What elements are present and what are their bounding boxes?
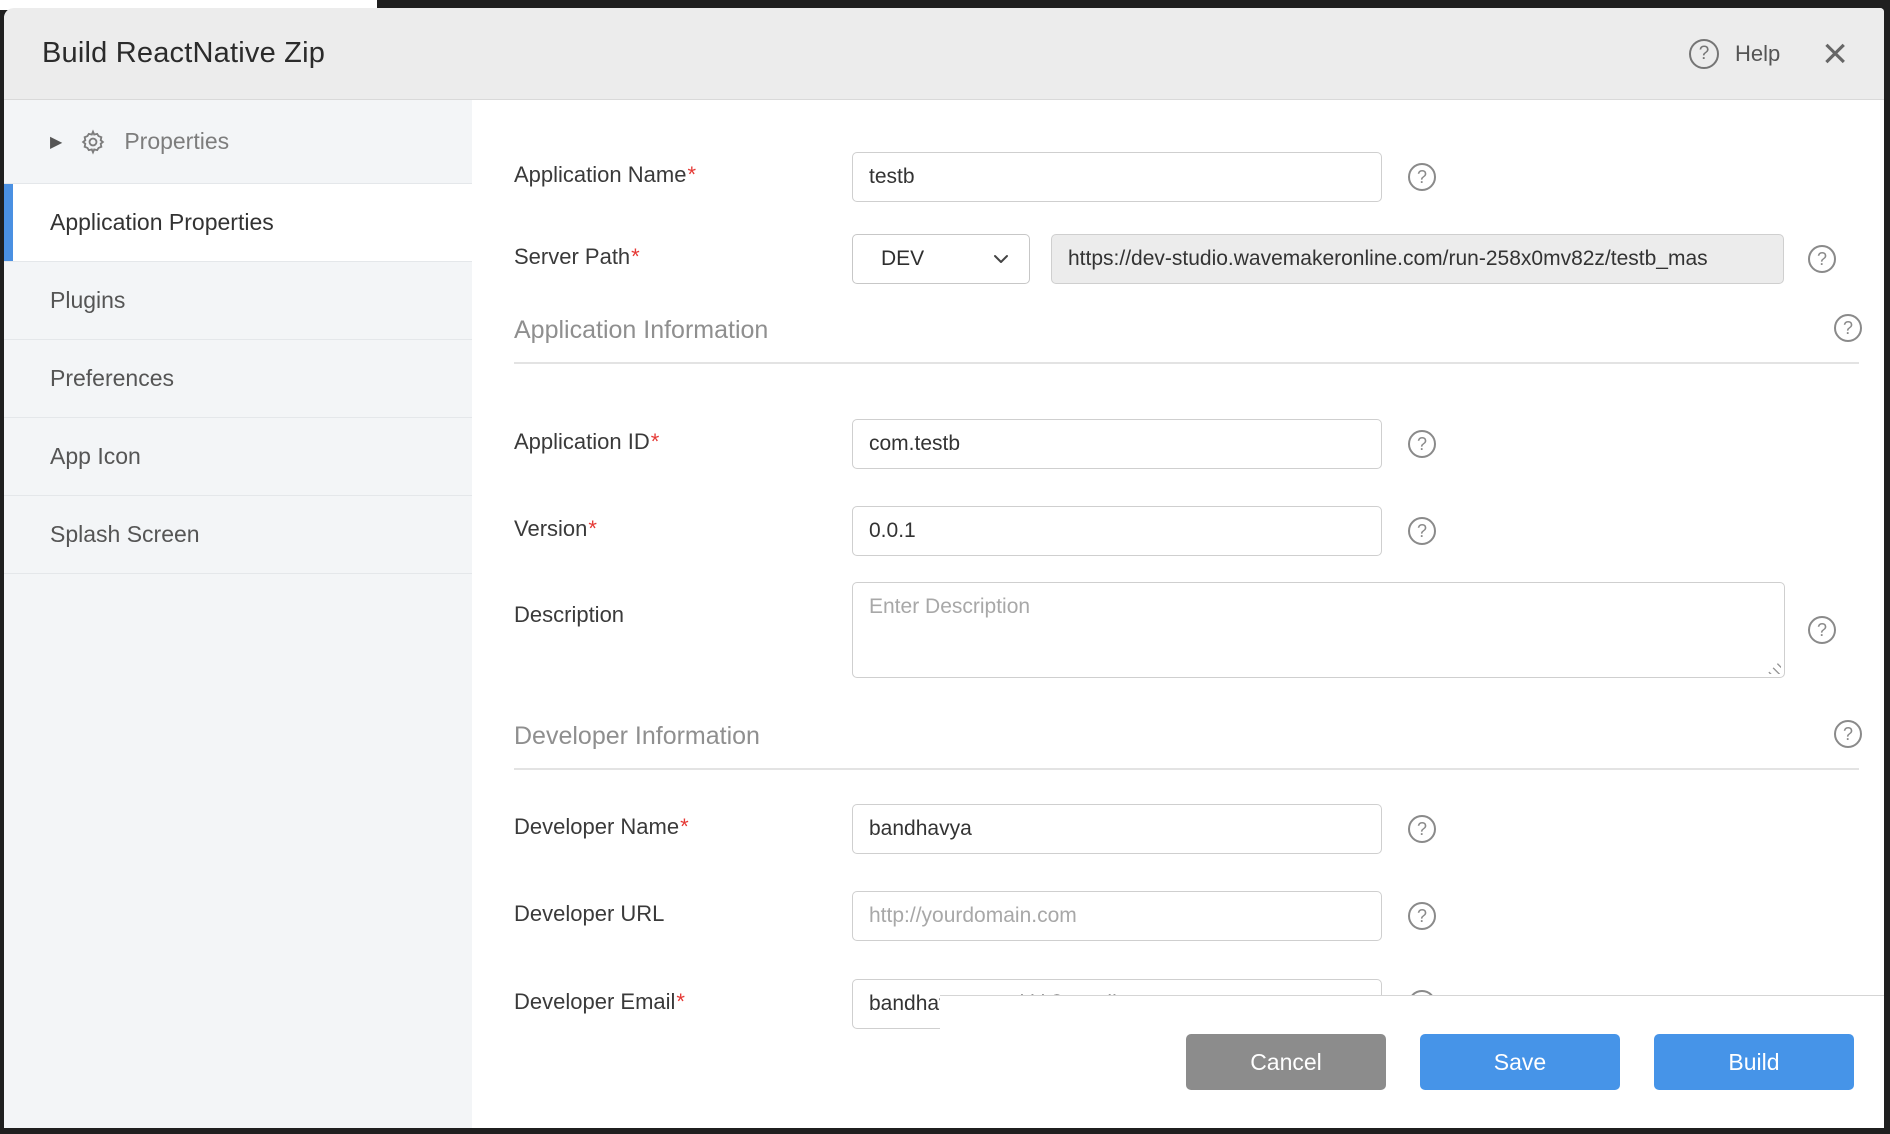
server-path-selected-option: DEV: [881, 247, 924, 271]
chevron-down-icon: [991, 249, 1011, 269]
developer-name-label: Developer Name*: [514, 814, 689, 840]
description-label: Description: [514, 602, 624, 628]
form-panel: Application Name* ? Server Path* DEV htt…: [472, 100, 1884, 1128]
application-information-help-icon[interactable]: ?: [1834, 314, 1862, 342]
sidebar: ▶ Properties Application Properties Plug…: [4, 100, 472, 1128]
caret-right-icon: ▶: [50, 132, 62, 152]
server-url-readonly-field: https://dev-studio.wavemakeronline.com/r…: [1051, 234, 1784, 284]
developer-url-label: Developer URL: [514, 901, 664, 927]
required-asterisk: *: [631, 244, 640, 269]
section-divider: [514, 362, 1859, 364]
save-button[interactable]: Save: [1420, 1034, 1620, 1090]
application-name-label: Application Name*: [514, 162, 696, 188]
application-id-label: Application ID*: [514, 429, 659, 455]
version-label: Version*: [514, 516, 597, 542]
sidebar-item-app-icon[interactable]: App Icon: [4, 418, 472, 496]
section-divider: [514, 768, 1859, 770]
form-content: Application Name* ? Server Path* DEV htt…: [472, 100, 1884, 1128]
application-name-help-icon[interactable]: ?: [1408, 163, 1436, 191]
required-asterisk: *: [687, 162, 696, 187]
build-reactnative-zip-dialog: Build ReactNative Zip ? Help × ▶ Propert…: [4, 8, 1884, 1128]
sidebar-item-label: Splash Screen: [50, 521, 200, 548]
application-information-section-title: Application Information: [514, 316, 768, 345]
required-asterisk: *: [588, 516, 597, 541]
dialog-header: Build ReactNative Zip ? Help ×: [4, 8, 1884, 100]
developer-name-input[interactable]: [852, 804, 1382, 854]
application-name-input[interactable]: [852, 152, 1382, 202]
description-textarea[interactable]: [852, 582, 1785, 678]
sidebar-item-application-properties[interactable]: Application Properties: [4, 184, 472, 262]
server-path-select[interactable]: DEV: [852, 234, 1030, 284]
required-asterisk: *: [676, 989, 685, 1014]
help-icon[interactable]: ?: [1689, 39, 1719, 69]
developer-url-input[interactable]: [852, 891, 1382, 941]
sidebar-item-splash-screen[interactable]: Splash Screen: [4, 496, 472, 574]
developer-information-help-icon[interactable]: ?: [1834, 720, 1862, 748]
sidebar-item-preferences[interactable]: Preferences: [4, 340, 472, 418]
required-asterisk: *: [651, 429, 660, 454]
required-asterisk: *: [680, 814, 689, 839]
header-actions: ? Help ×: [1689, 39, 1848, 69]
dialog-footer: Cancel Save Build: [940, 995, 1884, 1128]
application-id-help-icon[interactable]: ?: [1408, 430, 1436, 458]
server-path-help-icon[interactable]: ?: [1808, 245, 1836, 273]
help-label[interactable]: Help: [1735, 41, 1780, 67]
cancel-button[interactable]: Cancel: [1186, 1034, 1386, 1090]
application-id-input[interactable]: [852, 419, 1382, 469]
sidebar-item-label: App Icon: [50, 443, 141, 470]
sidebar-item-label: Plugins: [50, 287, 125, 314]
server-path-label: Server Path*: [514, 244, 640, 270]
version-input[interactable]: [852, 506, 1382, 556]
gear-icon: [80, 129, 106, 155]
description-help-icon[interactable]: ?: [1808, 616, 1836, 644]
sidebar-item-properties[interactable]: ▶ Properties: [4, 100, 472, 184]
sidebar-item-plugins[interactable]: Plugins: [4, 262, 472, 340]
developer-email-label: Developer Email*: [514, 989, 685, 1015]
developer-information-section-title: Developer Information: [514, 722, 760, 751]
version-help-icon[interactable]: ?: [1408, 517, 1436, 545]
sidebar-item-label: Preferences: [50, 365, 174, 392]
close-icon[interactable]: ×: [1822, 39, 1848, 69]
dialog-title: Build ReactNative Zip: [42, 37, 325, 70]
developer-url-help-icon[interactable]: ?: [1408, 902, 1436, 930]
sidebar-item-label: Properties: [124, 128, 229, 155]
sidebar-item-label: Application Properties: [50, 209, 274, 236]
developer-name-help-icon[interactable]: ?: [1408, 815, 1436, 843]
build-button[interactable]: Build: [1654, 1034, 1854, 1090]
dialog-body: ▶ Properties Application Properties Plug…: [4, 100, 1884, 1128]
